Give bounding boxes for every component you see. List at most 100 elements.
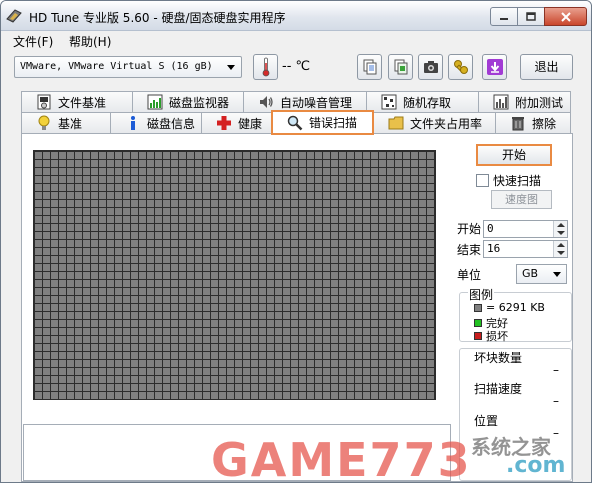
scan-speed-value: – xyxy=(553,394,559,408)
file-benchmark-icon xyxy=(37,94,51,110)
tab-label: 擦除 xyxy=(532,116,557,131)
quick-scan-option[interactable]: 快速扫描 xyxy=(476,172,541,189)
app-window: HD Tune 专业版 5.60 - 硬盘/固态硬盘实用程序 文件(F) 帮助(… xyxy=(0,0,592,483)
tab-label: 错误扫描 xyxy=(309,116,358,130)
tab-label: 磁盘监视器 xyxy=(169,95,230,110)
menu-help[interactable]: 帮助(H) xyxy=(69,33,111,50)
legend-block-size: = 6291 KB xyxy=(486,301,545,314)
drive-select-value: VMware, VMware Virtual S (16 gB) xyxy=(20,61,213,72)
quick-scan-checkbox[interactable] xyxy=(476,174,489,187)
thermometer-icon xyxy=(262,57,269,77)
title-bar: HD Tune 专业版 5.60 - 硬盘/固态硬盘实用程序 xyxy=(1,1,591,31)
bad-blocks-label: 坏块数量 xyxy=(474,351,523,365)
block-swatch xyxy=(474,303,482,312)
menu-bar: 文件(F) 帮助(H) xyxy=(1,31,591,51)
ok-swatch xyxy=(474,319,482,327)
scan-speed-label: 扫描速度 xyxy=(474,382,523,396)
start-scan-button[interactable]: 开始 xyxy=(476,144,552,166)
tab-folder-usage[interactable]: 文件夹占用率 xyxy=(373,112,496,133)
legend-row-damaged: 损坏 xyxy=(474,328,508,344)
watermark-domain: .com xyxy=(506,453,566,478)
drive-select[interactable]: VMware, VMware Virtual S (16 gB) xyxy=(14,56,242,78)
tab-error-scan[interactable]: 错误扫描 xyxy=(271,110,374,135)
maximize-icon xyxy=(526,12,536,21)
tab-label: 随机存取 xyxy=(403,95,452,110)
end-value: 16 xyxy=(487,242,501,255)
folder-icon xyxy=(388,116,404,130)
chevron-down-icon xyxy=(227,65,235,70)
tab-extra-tests[interactable]: 附加测试 xyxy=(478,91,571,112)
menu-file[interactable]: 文件(F) xyxy=(13,33,53,50)
end-spinner-arrows-icon[interactable] xyxy=(553,241,567,257)
toolbar: VMware, VMware Virtual S (16 gB) -- ℃ 退出 xyxy=(1,51,591,89)
damaged-swatch xyxy=(474,332,482,340)
start-label: 开始 xyxy=(457,222,482,236)
hdtune-app-icon xyxy=(6,9,22,23)
start-spinner-arrows-icon[interactable] xyxy=(553,221,567,237)
tab-label: 自动噪音管理 xyxy=(280,95,353,110)
unit-select[interactable]: GB xyxy=(516,264,567,284)
minimize-icon xyxy=(500,17,508,20)
copy-text-button[interactable] xyxy=(357,54,382,80)
screenshot-button[interactable] xyxy=(418,54,443,80)
lightbulb-icon xyxy=(38,115,50,130)
camera-icon xyxy=(423,61,438,73)
copy-all-icon xyxy=(394,59,407,75)
tab-row-bottom: 基准 磁盘信息 健康 错误扫描 文件夹占用率 擦除 xyxy=(21,110,571,135)
unit-label: 单位 xyxy=(457,268,482,282)
minimize-button[interactable] xyxy=(490,7,518,26)
position-label: 位置 xyxy=(474,414,499,428)
tab-disk-info[interactable]: 磁盘信息 xyxy=(110,112,202,133)
legend-row-block: = 6291 KB xyxy=(474,301,545,314)
start-spinner[interactable]: 0 xyxy=(483,220,568,238)
watermark-logo: GAME773 xyxy=(211,433,472,483)
tab-disk-monitor[interactable]: 磁盘监视器 xyxy=(132,91,244,112)
wrench-icon xyxy=(453,60,468,74)
close-button[interactable] xyxy=(544,7,587,26)
tab-label: 文件基准 xyxy=(58,95,107,110)
temperature-button[interactable] xyxy=(253,54,278,80)
tab-label: 基准 xyxy=(58,116,83,131)
chevron-down-icon xyxy=(553,272,561,277)
close-icon xyxy=(560,11,571,22)
tab-label: 附加测试 xyxy=(515,95,564,110)
error-scan-panel: 开始 快速扫描 速度图 开始 0 结束 16 单位 GB 图例 = 6291 K… xyxy=(21,133,573,482)
end-spinner[interactable]: 16 xyxy=(483,240,568,258)
copy-all-button[interactable] xyxy=(388,54,413,80)
watermark-overlay: GAME773 系统之家 .com xyxy=(211,431,591,483)
monitor-chart-icon xyxy=(147,94,163,110)
maximize-button[interactable] xyxy=(517,7,545,26)
speaker-icon xyxy=(260,96,273,108)
random-access-icon xyxy=(381,94,397,110)
trash-icon xyxy=(512,117,524,131)
red-cross-icon xyxy=(217,116,231,130)
legend-damaged-label: 损坏 xyxy=(486,330,508,343)
copy-text-icon xyxy=(363,59,376,75)
tab-benchmark[interactable]: 基准 xyxy=(21,112,111,133)
extra-tests-icon xyxy=(493,94,509,110)
end-label: 结束 xyxy=(457,243,482,257)
save-button[interactable] xyxy=(482,54,507,80)
download-arrow-icon xyxy=(486,59,503,75)
legend-group: 图例 = 6291 KB 完好 损坏 xyxy=(459,286,572,344)
window-title: HD Tune 专业版 5.60 - 硬盘/固态硬盘实用程序 xyxy=(29,11,286,25)
options-button[interactable] xyxy=(448,54,473,80)
tab-erase[interactable]: 擦除 xyxy=(495,112,571,133)
tab-label: 文件夹占用率 xyxy=(410,116,483,131)
magnifier-icon xyxy=(287,115,303,130)
tab-file-benchmark[interactable]: 文件基准 xyxy=(21,91,133,112)
start-value: 0 xyxy=(487,222,494,235)
tab-label: 磁盘信息 xyxy=(147,116,196,131)
speed-map-button[interactable]: 速度图 xyxy=(491,190,552,209)
quick-scan-label: 快速扫描 xyxy=(493,174,542,188)
bad-blocks-value: – xyxy=(553,363,559,377)
tab-random-access[interactable]: 随机存取 xyxy=(366,91,479,112)
exit-button[interactable]: 退出 xyxy=(520,54,573,80)
temperature-readout: -- ℃ xyxy=(282,59,311,74)
block-map-grid xyxy=(33,150,436,400)
tab-health[interactable]: 健康 xyxy=(201,112,272,133)
unit-value: GB xyxy=(522,267,539,280)
tab-noise-management[interactable]: 自动噪音管理 xyxy=(243,91,367,112)
info-icon xyxy=(131,116,135,130)
tab-label: 健康 xyxy=(238,116,263,131)
